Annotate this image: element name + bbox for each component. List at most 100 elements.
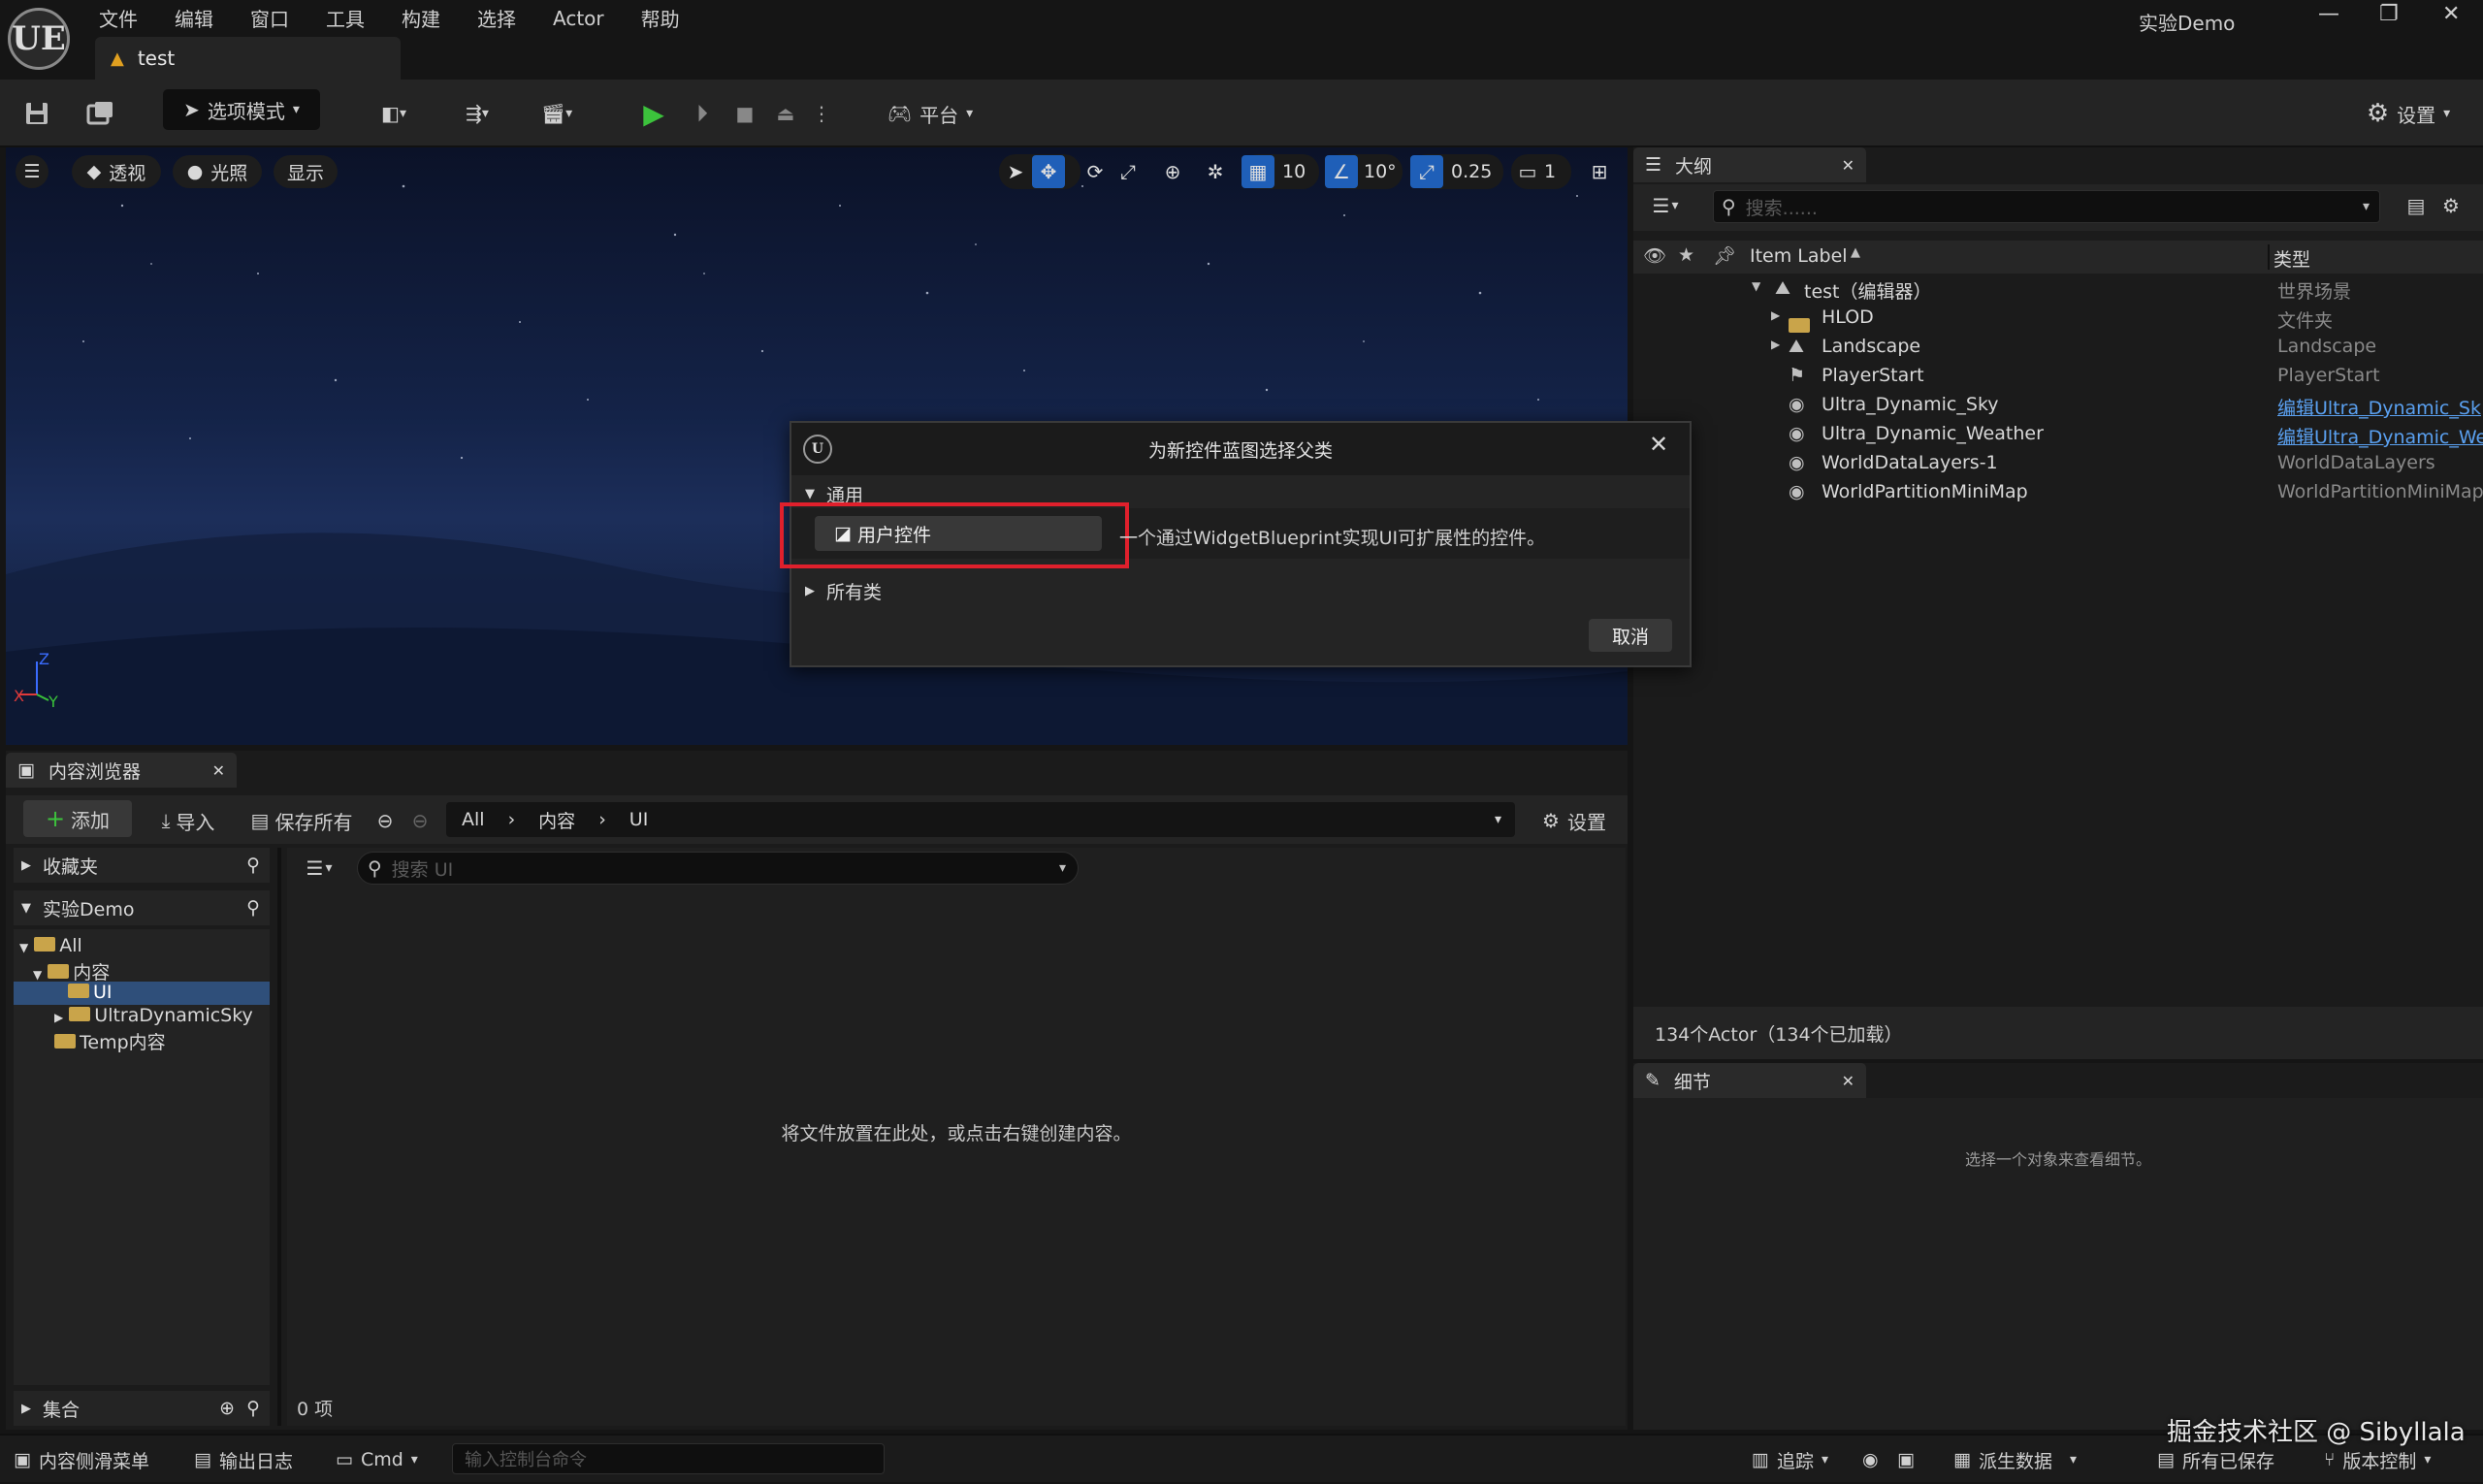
- project-header[interactable]: ▼ 实验Demo ⚲: [14, 890, 270, 925]
- import-button[interactable]: ⤓ 导入: [147, 800, 229, 841]
- col-type[interactable]: 类型: [2273, 245, 2310, 272]
- settings-button[interactable]: ⚙ 设置 ▾: [2355, 93, 2462, 134]
- platform-button[interactable]: 🎮︎ 平台 ▾: [879, 93, 982, 134]
- level-tab[interactable]: ▲ test: [95, 37, 401, 80]
- show-button[interactable]: 显示: [274, 155, 338, 188]
- maximize-icon[interactable]: ❐: [2379, 2, 2399, 26]
- close-icon[interactable]: ✕: [1649, 431, 1668, 458]
- minimize-icon[interactable]: —: [2318, 2, 2339, 26]
- rotate-tool-icon[interactable]: ⟳: [1079, 155, 1112, 188]
- stop-icon[interactable]: ■: [726, 93, 764, 134]
- scale-snap-toggle[interactable]: ⤢ 0.25: [1410, 154, 1503, 189]
- search-icon[interactable]: ⚲: [246, 897, 260, 919]
- outliner-row[interactable]: ◉ Ultra_Dynamic_Sky 编辑Ultra_Dynamic_Sk: [1633, 392, 2483, 421]
- record-icon[interactable]: ◉: [1862, 1436, 1879, 1484]
- content-drawer-button[interactable]: ▣ 内容侧滑菜单: [14, 1436, 149, 1484]
- cmd-selector[interactable]: ▭ Cmd ▾: [336, 1436, 418, 1484]
- outliner-row[interactable]: ▶ HLOD 文件夹: [1633, 305, 2483, 334]
- close-window-icon[interactable]: ✕: [2442, 2, 2460, 26]
- camera-speed-button[interactable]: ▭ 1: [1511, 154, 1571, 189]
- outliner-row[interactable]: ◉ WorldDataLayers-1 WorldDataLayers: [1633, 450, 2483, 479]
- surface-snap-icon[interactable]: ✲: [1199, 155, 1232, 188]
- cinematics-button[interactable]: 🎬︎ ▾: [528, 93, 586, 134]
- splitter[interactable]: [277, 848, 281, 1426]
- eye-icon[interactable]: 👁︎: [1643, 244, 1666, 267]
- menu-help[interactable]: 帮助: [641, 4, 680, 32]
- outliner-row[interactable]: ▼ ⛰︎ test（编辑器） 世界场景: [1633, 275, 2483, 305]
- grid-snap-toggle[interactable]: ▦ 10: [1242, 154, 1319, 189]
- viewport-menu-icon[interactable]: ☰: [16, 155, 48, 188]
- tree-item-all[interactable]: ▼ All: [19, 935, 82, 958]
- menu-tools[interactable]: 工具: [326, 4, 365, 32]
- tree-item-ultradynamicsky[interactable]: ▶ UltraDynamicSky: [54, 1005, 253, 1028]
- star-icon[interactable]: ★: [1678, 244, 1694, 266]
- chevron-down-icon[interactable]: ▾: [2363, 199, 2370, 214]
- cb-settings-button[interactable]: ⚙ 设置: [1532, 800, 1616, 841]
- rotation-snap-toggle[interactable]: ∠ 10°: [1325, 154, 1403, 189]
- menu-edit[interactable]: 编辑: [175, 4, 213, 32]
- world-space-icon[interactable]: ⊕: [1156, 155, 1189, 188]
- outliner-row[interactable]: ◉ WorldPartitionMiniMap WorldPartitionMi…: [1633, 479, 2483, 508]
- blueprint-button[interactable]: ⇶ ▾: [448, 93, 506, 134]
- console-input[interactable]: 输入控制台命令: [452, 1443, 885, 1474]
- perspective-button[interactable]: ◆ 透视: [72, 155, 161, 188]
- chevron-down-icon[interactable]: ▾: [1495, 812, 1501, 827]
- outliner-row[interactable]: ◉ Ultra_Dynamic_Weather 编辑Ultra_Dynamic_…: [1633, 421, 2483, 450]
- add-button[interactable]: + 添加: [23, 800, 132, 837]
- outliner-row[interactable]: ⚑ PlayerStart PlayerStart: [1633, 363, 2483, 392]
- trace-button[interactable]: ▥ 追踪 ▾: [1752, 1436, 1828, 1484]
- column-divider[interactable]: [2268, 244, 2270, 270]
- more-options-icon[interactable]: ⋮: [807, 93, 836, 134]
- search-icon[interactable]: ⚲: [246, 855, 260, 876]
- content-browser-tab[interactable]: ▣ 内容浏览器 ✕: [6, 753, 237, 788]
- menu-select[interactable]: 选择: [477, 4, 516, 32]
- layout-icon[interactable]: ⊞: [1583, 155, 1616, 188]
- back-icon[interactable]: ⊖: [371, 800, 400, 841]
- chevron-right-icon[interactable]: ▶: [1771, 308, 1780, 322]
- browse-icon[interactable]: [81, 93, 120, 134]
- tree-item-temp[interactable]: Temp内容: [54, 1028, 166, 1053]
- tree-item-content[interactable]: ▼ 内容: [33, 958, 110, 984]
- row-type-link[interactable]: 编辑Ultra_Dynamic_We: [2277, 423, 2483, 449]
- details-tab[interactable]: ✎ 细节 ✕: [1633, 1063, 1866, 1098]
- user-widget-button[interactable]: ◪ 用户控件: [815, 516, 1102, 551]
- move-tool-icon[interactable]: ✥: [1032, 155, 1065, 188]
- menu-actor[interactable]: Actor: [553, 7, 604, 30]
- chevron-down-icon[interactable]: ▼: [1752, 279, 1760, 293]
- chevron-right-icon[interactable]: ▶: [1771, 338, 1780, 351]
- add-actor-button[interactable]: ◧ ▾: [365, 93, 423, 134]
- select-tool-icon[interactable]: ➤: [999, 155, 1032, 188]
- unreal-logo[interactable]: UE: [8, 8, 70, 70]
- breadcrumb-content[interactable]: 内容: [538, 807, 575, 833]
- col-item-label[interactable]: Item Label: [1750, 245, 1848, 267]
- favorites-header[interactable]: ▶ 收藏夹 ⚲: [14, 848, 270, 883]
- save-icon[interactable]: [17, 93, 56, 134]
- add-collection-icon[interactable]: ⊕: [219, 1398, 235, 1419]
- menu-file[interactable]: 文件: [99, 4, 138, 32]
- search-icon[interactable]: ⚲: [246, 1398, 260, 1419]
- asset-view[interactable]: ☰ ▾ ⚲ 搜索 UI ▾ 将文件放置在此处，或点击右键创建内容。 0 项: [287, 848, 1626, 1426]
- step-icon[interactable]: ⏵︎: [683, 93, 722, 134]
- new-folder-icon[interactable]: ▤: [2400, 188, 2433, 223]
- outliner-tab[interactable]: ☰ 大纲 ✕: [1633, 147, 1866, 182]
- forward-icon[interactable]: ⊖: [405, 800, 435, 841]
- tree-item-ui[interactable]: UI: [14, 982, 270, 1005]
- close-icon[interactable]: ✕: [212, 761, 225, 780]
- derived-data-button[interactable]: ▦ 派生数据 ▾: [1953, 1436, 2077, 1484]
- filter-button[interactable]: ☰ ▾: [1639, 188, 1692, 223]
- menu-build[interactable]: 构建: [402, 4, 440, 32]
- cancel-button[interactable]: 取消: [1589, 619, 1672, 652]
- gear-icon[interactable]: ⚙: [2435, 188, 2467, 223]
- breadcrumb-ui[interactable]: UI: [629, 809, 649, 830]
- scale-tool-icon[interactable]: ⤢: [1112, 155, 1145, 188]
- eject-icon[interactable]: ⏏: [766, 93, 805, 134]
- close-icon[interactable]: ✕: [1842, 156, 1854, 175]
- outliner-row[interactable]: ▶ ⛰︎ Landscape Landscape: [1633, 334, 2483, 363]
- camera-icon[interactable]: ▣: [1897, 1436, 1915, 1484]
- collections-header[interactable]: ▶ 集合 ⊕ ⚲: [14, 1391, 270, 1426]
- asset-search-input[interactable]: ⚲ 搜索 UI ▾: [357, 852, 1079, 885]
- filter-button[interactable]: ☰ ▾: [293, 854, 345, 883]
- lighting-button[interactable]: ● 光照: [173, 155, 262, 188]
- mode-selector[interactable]: ➤ 选项模式 ▾: [163, 89, 320, 130]
- row-type-link[interactable]: 编辑Ultra_Dynamic_Sk: [2277, 394, 2481, 420]
